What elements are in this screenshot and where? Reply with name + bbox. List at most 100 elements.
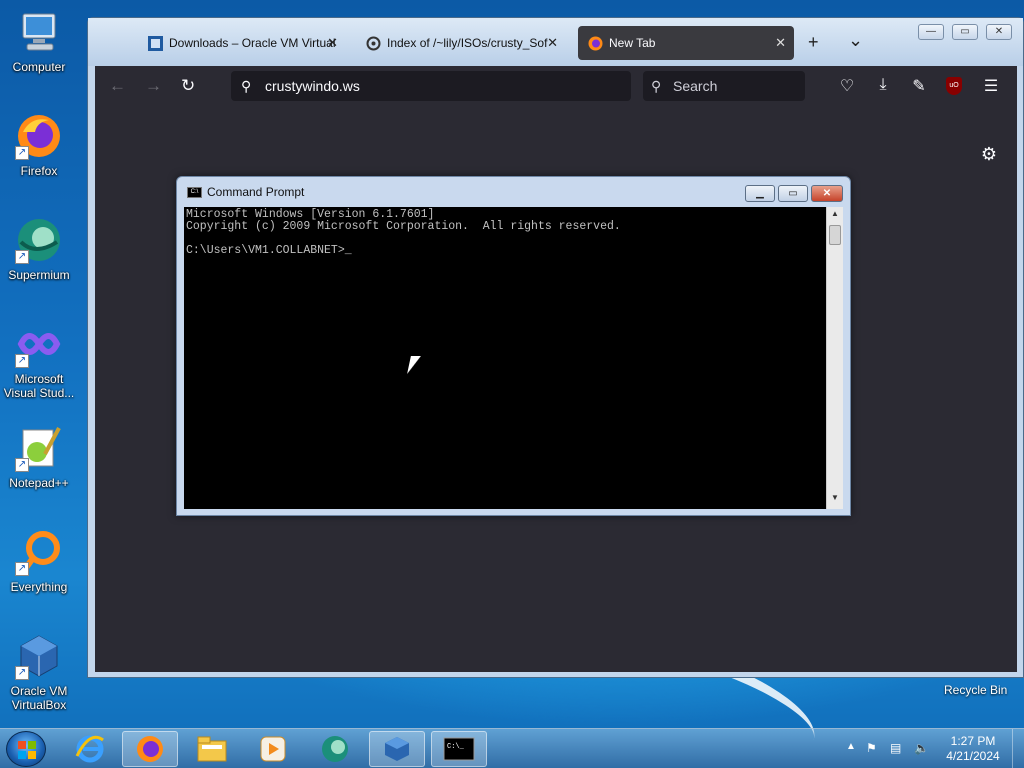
url-text: crustywindo.ws: [265, 78, 360, 94]
search-icon: ⚲: [651, 78, 662, 94]
tab-close-icon[interactable]: ✕: [547, 35, 558, 51]
firefox-favicon: [588, 36, 603, 50]
cmd-icon: C:\_: [443, 737, 475, 761]
supermium-icon: [322, 736, 348, 762]
taskbar-media-player[interactable]: [245, 731, 301, 767]
shortcut-arrow-icon: ↗: [15, 562, 29, 576]
scroll-down-arrow-icon[interactable]: ▼: [827, 493, 843, 507]
ie-icon: [75, 735, 104, 763]
virtualbox-icon: [385, 737, 409, 761]
taskbar-cmd[interactable]: C:\_: [431, 731, 487, 767]
command-prompt-window: C:\ Command Prompt ▁ ▭ ✕ Microsoft Windo…: [176, 176, 851, 516]
cmd-title-bar[interactable]: C:\ Command Prompt: [187, 185, 304, 199]
page-favicon: [366, 36, 381, 50]
desktop-icon-label: Computer: [12, 60, 66, 74]
start-button[interactable]: [6, 731, 46, 767]
desktop-icon-visual-studio[interactable]: ↗ Microsoft Visual Stud...: [0, 312, 78, 400]
tab-list-button[interactable]: ⌄: [848, 30, 863, 51]
console-output[interactable]: Microsoft Windows [Version 6.1.7601] Copy…: [184, 207, 826, 509]
volume-muted-icon[interactable]: 🔈: [914, 741, 929, 755]
forward-button[interactable]: →: [145, 76, 162, 96]
clock-date: 4/21/2024: [946, 749, 1000, 763]
menu-icon[interactable]: ☰: [981, 76, 1001, 96]
visual-studio-icon: ↗: [15, 320, 63, 368]
desktop-icon-label: Firefox: [20, 164, 58, 178]
taskbar-clock[interactable]: 1:27 PM 4/21/2024: [940, 734, 1006, 764]
action-center-flag-icon[interactable]: ⚑: [866, 741, 877, 755]
cmd-minimize-button[interactable]: ▁: [745, 185, 775, 202]
tab-close-icon[interactable]: ✕: [775, 35, 786, 51]
reload-button[interactable]: ↻: [181, 76, 195, 96]
cmd-icon: C:\: [187, 186, 202, 198]
desktop-icon-virtualbox[interactable]: ↗ Oracle VM VirtualBox: [0, 624, 78, 712]
console-line: Copyright (c) 2009 Microsoft Corporation…: [186, 220, 621, 233]
taskbar-explorer[interactable]: [184, 731, 240, 767]
window-minimize-button[interactable]: —: [918, 24, 944, 40]
svg-text:C:\_: C:\_: [447, 743, 465, 751]
clock-time: 1:27 PM: [950, 734, 996, 748]
search-icon: ⚲: [241, 78, 252, 94]
supermium-icon: ↗: [15, 216, 63, 264]
pocket-icon[interactable]: ♡: [837, 76, 857, 96]
tab-new-tab[interactable]: New Tab ✕: [578, 26, 794, 60]
taskbar-ie[interactable]: [62, 731, 118, 767]
desktop-icon-label: Microsoft Visual Stud...: [3, 372, 75, 400]
console-scrollbar[interactable]: ▲ ▼: [826, 207, 843, 509]
tab-title: Downloads – Oracle VM Virtual: [169, 36, 336, 50]
shortcut-arrow-icon: ↗: [15, 250, 29, 264]
cmd-maximize-button[interactable]: ▭: [778, 185, 808, 202]
network-icon[interactable]: ▤: [890, 741, 901, 755]
desktop-icon-label: Everything: [10, 580, 68, 594]
nav-toolbar: ← → ↻ ⚲ crustywindo.ws ⚲ Search ♡ ⤓ ✎ uO…: [95, 66, 1017, 106]
computer-icon: [15, 8, 63, 56]
window-maximize-button[interactable]: ▭: [952, 24, 978, 40]
shortcut-arrow-icon: ↗: [15, 146, 29, 160]
show-desktop-button[interactable]: [1012, 729, 1024, 768]
firefox-icon: [137, 736, 163, 762]
ublock-icon[interactable]: uO: [946, 77, 962, 95]
virtualbox-favicon: [148, 35, 163, 51]
tab-index-isos[interactable]: Index of /~lily/ISOs/crusty_Sof ✕: [356, 26, 566, 60]
everything-icon: ↗: [15, 528, 63, 576]
extensions-icon[interactable]: ✎: [909, 76, 929, 96]
desktop-icon-label: Notepad++: [9, 476, 69, 490]
show-hidden-icon[interactable]: ▲: [846, 741, 856, 752]
taskbar-virtualbox[interactable]: [369, 731, 425, 767]
media-player-icon: [260, 736, 286, 762]
new-tab-button[interactable]: +: [808, 32, 819, 53]
explorer-icon: [197, 736, 227, 762]
search-bar[interactable]: ⚲ Search: [643, 71, 805, 101]
search-placeholder: Search: [673, 78, 718, 94]
taskbar-supermium[interactable]: [307, 731, 363, 767]
virtualbox-icon: ↗: [15, 632, 63, 680]
gear-icon[interactable]: ⚙: [981, 144, 997, 165]
downloads-icon[interactable]: ⤓: [873, 76, 893, 94]
url-bar[interactable]: ⚲ crustywindo.ws: [231, 71, 631, 101]
notepadpp-icon: ↗: [15, 424, 63, 472]
cmd-close-button[interactable]: ✕: [811, 185, 843, 202]
desktop-icon-supermium[interactable]: ↗ Supermium: [0, 208, 78, 282]
tab-title: Index of /~lily/ISOs/crusty_Sof: [387, 36, 548, 50]
cmd-title: Command Prompt: [207, 185, 305, 199]
windows-logo-icon: [18, 741, 36, 759]
scroll-up-arrow-icon[interactable]: ▲: [827, 209, 843, 223]
console-prompt-line: C:\Users\VM1.COLLABNET>_: [186, 244, 352, 257]
scroll-thumb[interactable]: [829, 225, 841, 245]
tab-close-icon[interactable]: ✕: [327, 35, 338, 51]
tab-title: New Tab: [609, 36, 656, 50]
desktop-icon-computer[interactable]: Computer: [0, 0, 78, 74]
desktop-icon-firefox[interactable]: ↗ Firefox: [0, 104, 78, 178]
shortcut-arrow-icon: ↗: [15, 666, 29, 680]
desktop-icon-everything[interactable]: ↗ Everything: [0, 520, 78, 594]
desktop-icon-recycle-bin[interactable]: Recycle Bin: [944, 683, 1007, 697]
shortcut-arrow-icon: ↗: [15, 458, 29, 472]
taskbar: C:\_ ▲ ⚑ ▤ 🔈 1:27 PM 4/21/2024: [0, 728, 1024, 768]
tab-strip: Downloads – Oracle VM Virtual ✕ Index of…: [88, 18, 1023, 66]
desktop-icon-notepadpp[interactable]: ↗ Notepad++: [0, 416, 78, 490]
tab-downloads-virtualbox[interactable]: Downloads – Oracle VM Virtual ✕: [138, 26, 346, 60]
desktop-icon-label: Oracle VM VirtualBox: [10, 684, 68, 712]
taskbar-firefox[interactable]: [122, 731, 178, 767]
desktop-icon-label: Supermium: [8, 268, 70, 282]
window-close-button[interactable]: ✕: [986, 24, 1012, 40]
back-button[interactable]: ←: [109, 76, 126, 96]
